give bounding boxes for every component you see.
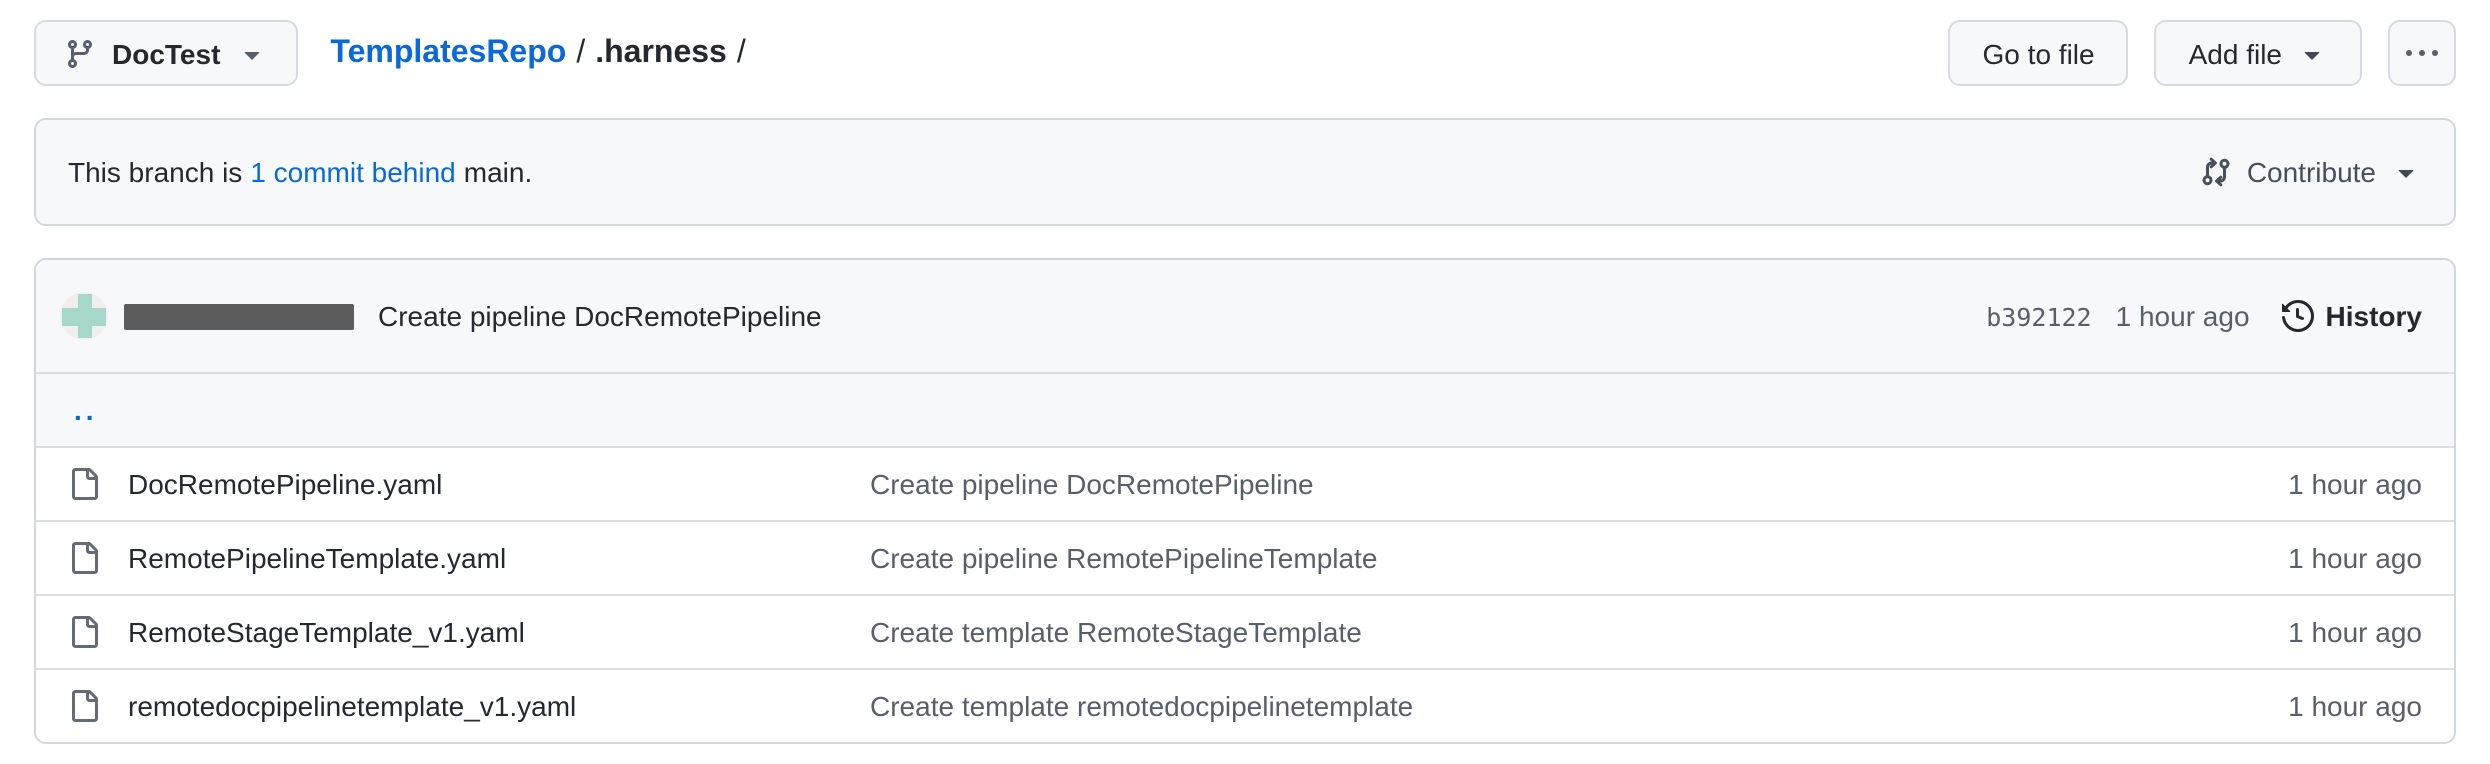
repo-file-browser: DocTest TemplatesRepo / .harness / Go to… — [0, 0, 2490, 764]
breadcrumb-separator: / — [576, 35, 585, 71]
commit-author-avatar[interactable] — [60, 292, 108, 340]
add-file-label: Add file — [2189, 37, 2282, 69]
latest-commit-message[interactable]: Create pipeline DocRemotePipeline — [378, 300, 822, 332]
parent-directory-row[interactable]: .. — [36, 372, 2454, 446]
file-commit-time: 1 hour ago — [2288, 468, 2422, 500]
file-name-link[interactable]: RemoteStageTemplate_v1.yaml — [128, 616, 870, 648]
file-icon — [68, 616, 128, 648]
breadcrumb-trailing-slash: / — [737, 35, 746, 71]
git-compare-icon — [2201, 156, 2233, 188]
chevron-down-icon — [2390, 156, 2422, 188]
file-commit-message[interactable]: Create pipeline RemotePipelineTemplate — [870, 542, 2288, 574]
file-name-link[interactable]: RemotePipelineTemplate.yaml — [128, 542, 870, 574]
branch-name-label: DocTest — [112, 37, 220, 69]
commit-time: 1 hour ago — [2116, 300, 2250, 332]
branch-status-text: This branch is 1 commit behind main. — [68, 156, 532, 188]
table-row[interactable]: RemoteStageTemplate_v1.yaml Create templ… — [36, 594, 2454, 668]
latest-commit-header: Create pipeline DocRemotePipeline b39212… — [36, 260, 2454, 372]
repo-actions: Go to file Add file — [1949, 20, 2456, 86]
latest-commit-meta: b392122 1 hour ago History — [1986, 300, 2422, 332]
history-clock-icon — [2282, 300, 2314, 332]
branch-selector-button[interactable]: DocTest — [34, 20, 298, 86]
file-commit-time: 1 hour ago — [2288, 616, 2422, 648]
table-row[interactable]: RemotePipelineTemplate.yaml Create pipel… — [36, 520, 2454, 594]
go-to-file-label: Go to file — [1983, 37, 2095, 69]
contribute-button[interactable]: Contribute — [2201, 156, 2422, 188]
file-icon — [68, 542, 128, 574]
add-file-button[interactable]: Add file — [2155, 20, 2362, 86]
history-link[interactable]: History — [2282, 300, 2422, 332]
branch-status-prefix: This branch is — [68, 156, 242, 188]
file-commit-message[interactable]: Create pipeline DocRemotePipeline — [870, 468, 2288, 500]
file-name-link[interactable]: DocRemotePipeline.yaml — [128, 468, 870, 500]
more-options-button[interactable] — [2388, 20, 2456, 86]
repo-header-bar: DocTest TemplatesRepo / .harness / Go to… — [34, 20, 2456, 86]
breadcrumb-repo-link[interactable]: TemplatesRepo — [330, 35, 566, 71]
file-commit-time: 1 hour ago — [2288, 542, 2422, 574]
file-icon — [68, 690, 128, 722]
go-to-file-button[interactable]: Go to file — [1949, 20, 2129, 86]
breadcrumb: TemplatesRepo / .harness / — [330, 35, 745, 71]
parent-directory-link[interactable]: .. — [74, 396, 98, 424]
file-commit-message[interactable]: Create template remotedocpipelinetemplat… — [870, 690, 2288, 722]
table-row[interactable]: remotedocpipelinetemplate_v1.yaml Create… — [36, 668, 2454, 742]
breadcrumb-current-dir: .harness — [595, 35, 727, 71]
chevron-down-icon — [2296, 37, 2328, 69]
avatar-identicon-shape — [77, 294, 91, 338]
file-commit-time: 1 hour ago — [2288, 690, 2422, 722]
commits-behind-link[interactable]: 1 commit behind — [250, 156, 455, 188]
commit-author-redacted-name — [124, 303, 354, 329]
contribute-label: Contribute — [2247, 156, 2376, 188]
kebab-horizontal-icon — [2406, 37, 2438, 69]
table-row[interactable]: DocRemotePipeline.yaml Create pipeline D… — [36, 446, 2454, 520]
commit-hash-link[interactable]: b392122 — [1986, 301, 2091, 331]
file-commit-message[interactable]: Create template RemoteStageTemplate — [870, 616, 2288, 648]
history-label: History — [2326, 300, 2422, 332]
branch-status-suffix: main. — [464, 156, 532, 188]
git-branch-icon — [64, 37, 96, 69]
branch-status-banner: This branch is 1 commit behind main. Con… — [34, 118, 2456, 226]
file-name-link[interactable]: remotedocpipelinetemplate_v1.yaml — [128, 690, 870, 722]
file-icon — [68, 468, 128, 500]
chevron-down-icon — [236, 37, 268, 69]
file-table: Create pipeline DocRemotePipeline b39212… — [34, 258, 2456, 744]
